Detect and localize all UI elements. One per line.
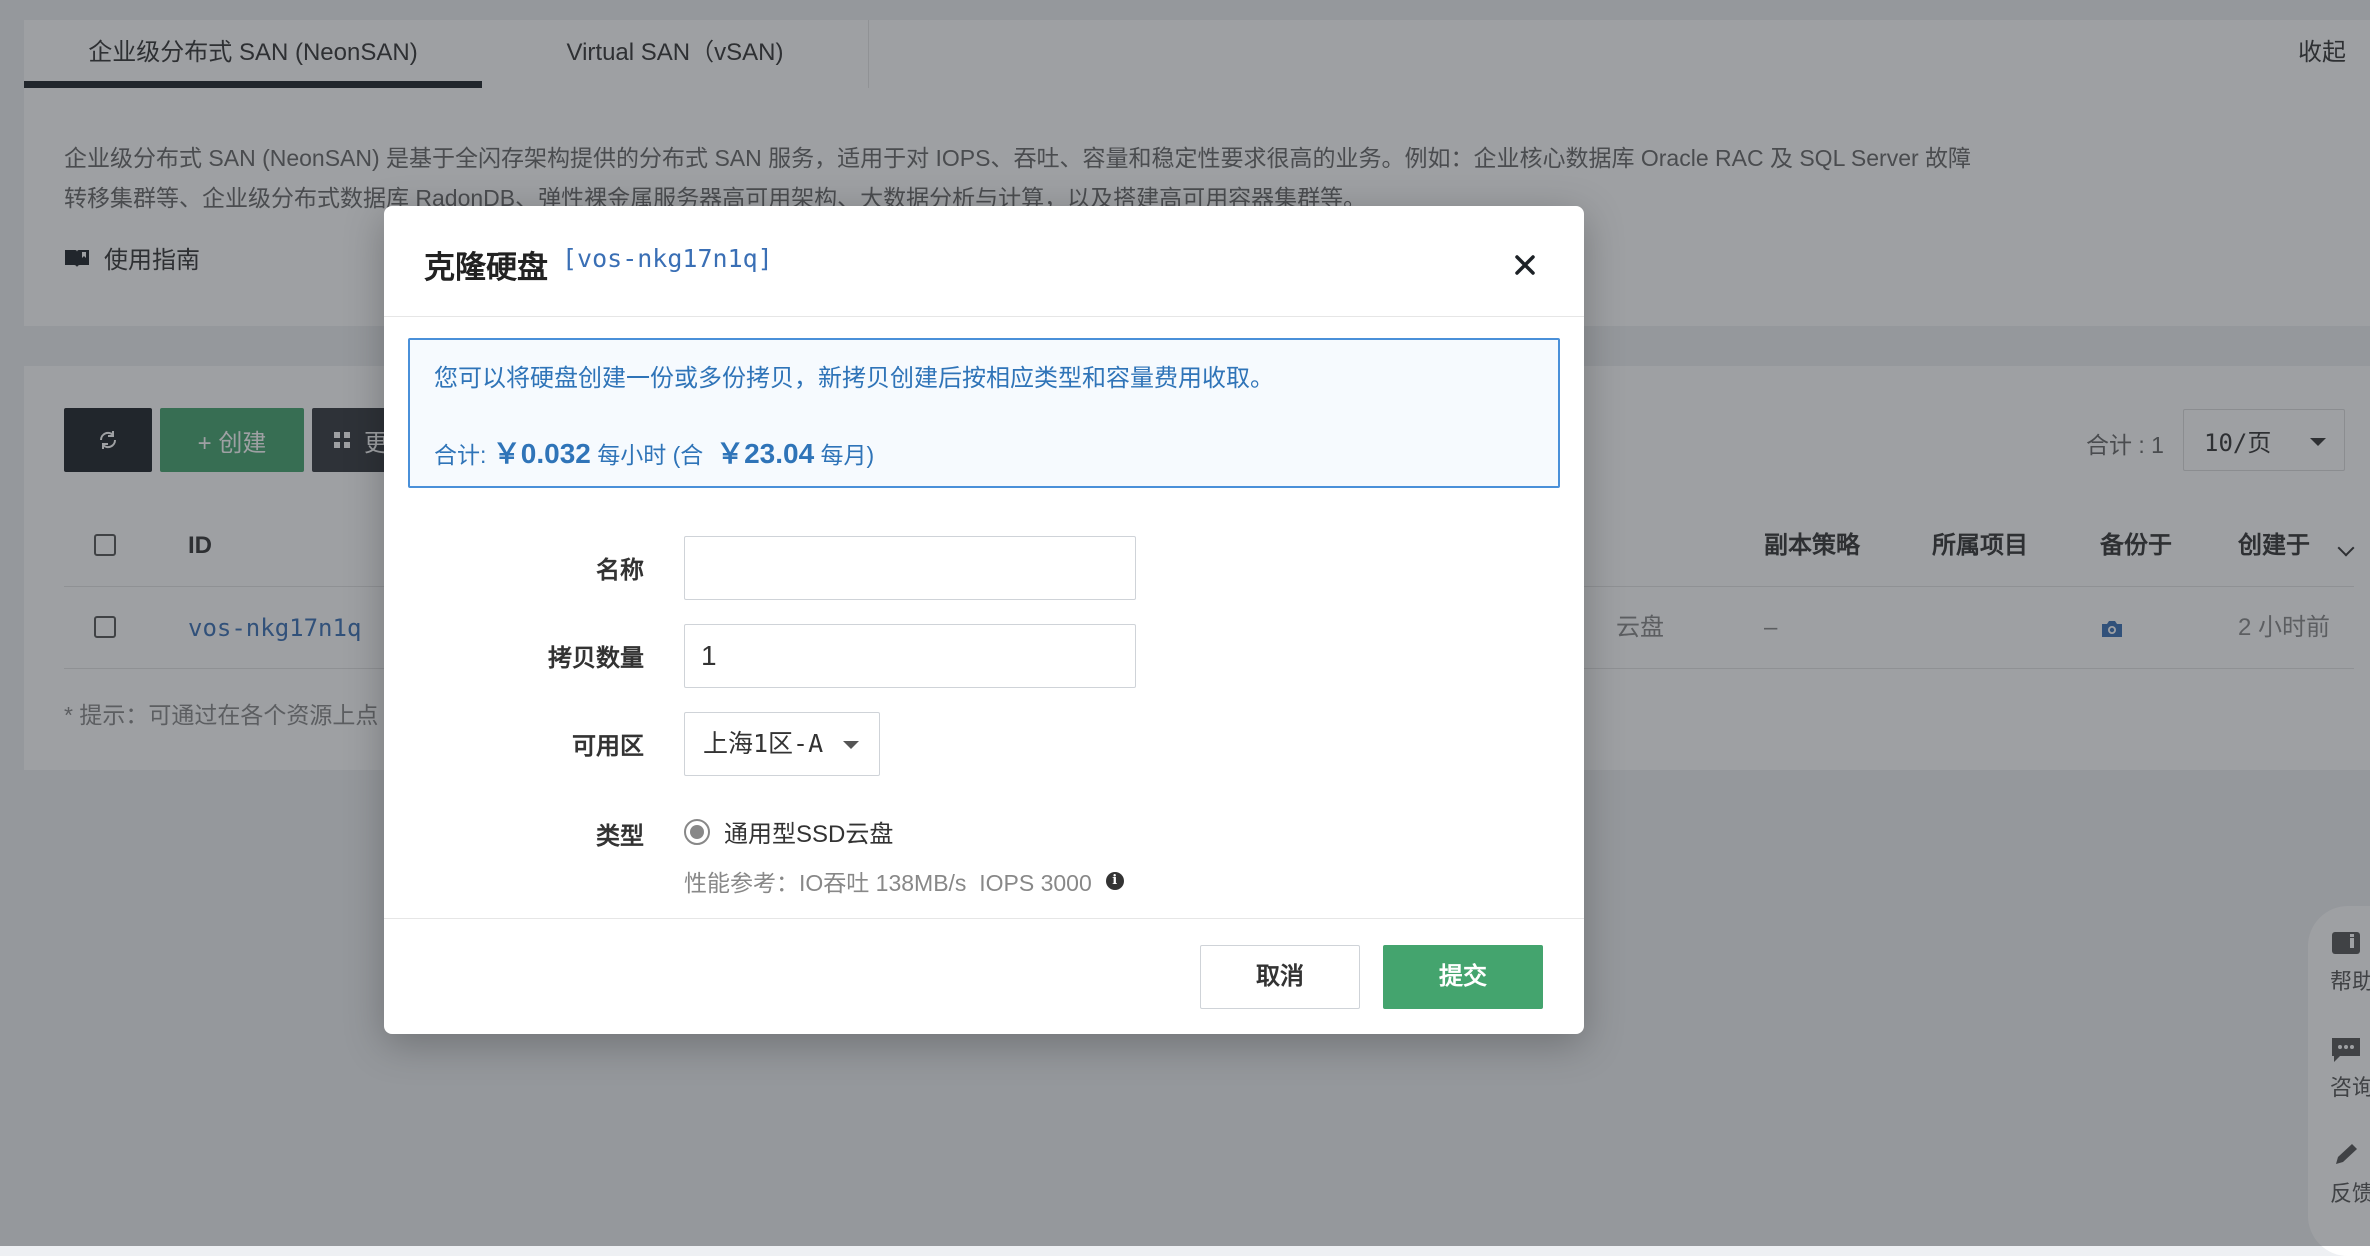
pricing-info-box: 您可以将硬盘创建一份或多份拷贝，新拷贝创建后按相应类型和容量费用收取。 合计: … xyxy=(408,338,1560,488)
price-summary: 合计: ￥0.032 每小时 (合 ￥23.04 每月) xyxy=(434,432,874,472)
zone-select[interactable]: 上海1区-A xyxy=(684,712,880,776)
cancel-button[interactable]: 取消 xyxy=(1200,945,1360,1009)
type-option-label: 通用型SSD云盘 xyxy=(724,821,894,848)
close-icon[interactable] xyxy=(1508,248,1542,282)
hourly-unit: 每小时 (合 xyxy=(590,442,717,468)
submit-button[interactable]: 提交 xyxy=(1383,945,1543,1009)
copies-label: 拷贝数量 xyxy=(548,645,644,672)
performance-text: 性能参考：IO吞吐 138MB/s IOPS 3000 xyxy=(684,870,1092,896)
info-text: 您可以将硬盘创建一份或多份拷贝，新拷贝创建后按相应类型和容量费用收取。 xyxy=(434,365,1274,392)
type-radio-ssd[interactable]: 通用型SSD云盘 xyxy=(684,814,893,849)
name-input[interactable] xyxy=(684,536,1136,600)
zone-label: 可用区 xyxy=(572,733,644,760)
radio-selected-dot xyxy=(690,824,704,839)
name-label: 名称 xyxy=(596,557,644,584)
hourly-price: ￥0.032 xyxy=(492,438,591,469)
type-label: 类型 xyxy=(596,823,644,850)
dialog-header: 克隆硬盘 [vos-nkg17n1q] xyxy=(384,206,1584,317)
dialog-footer: 取消 提交 xyxy=(384,918,1584,1034)
price-prefix: 合计: xyxy=(434,442,493,468)
performance-reference: 性能参考：IO吞吐 138MB/s IOPS 3000 i xyxy=(684,864,1124,898)
copies-input[interactable]: 1 xyxy=(684,624,1136,688)
monthly-price: ￥23.04 xyxy=(716,438,815,469)
dialog-title: 克隆硬盘 xyxy=(424,250,548,285)
radio-button[interactable] xyxy=(684,818,710,845)
monthly-unit: 每月) xyxy=(814,442,875,468)
info-icon[interactable]: i xyxy=(1105,872,1124,890)
chevron-down-icon xyxy=(843,741,859,749)
dialog-resource-id: [vos-nkg17n1q] xyxy=(562,244,773,273)
clone-disk-dialog: 克隆硬盘 [vos-nkg17n1q] 您可以将硬盘创建一份或多份拷贝，新拷贝创… xyxy=(384,206,1584,1034)
zone-value: 上海1区-A xyxy=(703,729,824,758)
